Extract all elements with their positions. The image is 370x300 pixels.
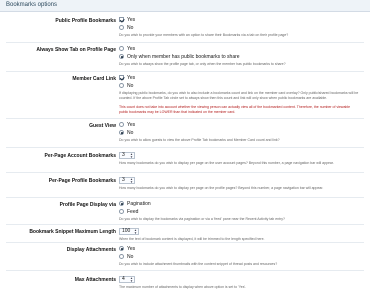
up-down-arrows-icon[interactable]: ▲ ▼: [130, 178, 133, 184]
always-show-label: Always Show Tab on Profile Page: [36, 47, 116, 53]
radio-icon[interactable]: [119, 46, 124, 51]
up-down-arrows-icon[interactable]: ▲ ▼: [134, 229, 137, 235]
display-via-pagination[interactable]: Pagination: [119, 201, 151, 208]
radio-icon[interactable]: [119, 83, 124, 88]
panel-header: Bookmarks options: [0, 0, 370, 12]
divider: [6, 172, 364, 173]
panel-title: Bookmarks options: [6, 2, 58, 8]
max-attachments-hint: The maximum number of attachments to dis…: [119, 285, 247, 289]
divider: [6, 118, 364, 119]
radio-icon[interactable]: [119, 246, 124, 251]
per-page-account-hint: How many bookmarks do you wish to displa…: [119, 161, 334, 165]
divider: [6, 224, 364, 225]
display-via-label: Profile Page Display via: [59, 202, 116, 208]
up-down-arrows-icon[interactable]: ▲ ▼: [130, 277, 133, 283]
radio-icon[interactable]: [119, 201, 124, 206]
radio-icon[interactable]: [119, 254, 124, 259]
public-profile-label: Public Profile Bookmarks: [55, 18, 116, 24]
public-profile-yes[interactable]: Yes: [119, 17, 135, 24]
radio-icon[interactable]: [119, 209, 124, 214]
public-profile-hint: Do you wish to provide your members with…: [119, 33, 289, 37]
member-card-no[interactable]: No: [119, 83, 133, 90]
per-page-profile-input[interactable]: 3 ▲ ▼: [119, 177, 135, 184]
public-profile-no[interactable]: No: [119, 25, 133, 32]
snippet-length-label: Bookmark Snippet Maximum Length: [29, 229, 116, 235]
radio-icon[interactable]: [119, 25, 124, 30]
divider: [6, 71, 364, 72]
always-show-only[interactable]: Only when member has public bookmarks to…: [119, 54, 240, 61]
guest-view-no[interactable]: No: [119, 130, 133, 137]
up-down-arrows-icon[interactable]: ▲ ▼: [130, 153, 133, 159]
options-panel: Bookmarks options Public Profile Bookmar…: [0, 0, 370, 300]
always-show-hint: Do you wish to always show the profile p…: [119, 62, 286, 66]
display-attachments-label: Display Attachments: [66, 247, 116, 253]
always-show-yes[interactable]: Yes: [119, 46, 135, 53]
radio-icon[interactable]: [119, 122, 124, 127]
max-attachments-value: 4: [122, 276, 125, 282]
divider: [6, 42, 364, 43]
divider: [6, 242, 364, 243]
per-page-account-label: Per-Page Account Bookmarks: [44, 153, 116, 159]
display-attachments-yes[interactable]: Yes: [119, 246, 135, 253]
display-attachments-hint: Do you wish to include attachment thumbn…: [119, 262, 278, 266]
per-page-profile-value: 3: [122, 177, 125, 183]
snippet-length-input[interactable]: 100 ▲ ▼: [119, 228, 139, 235]
per-page-account-input[interactable]: 3 ▲ ▼: [119, 152, 135, 159]
divider: [6, 270, 364, 271]
divider: [6, 147, 364, 148]
max-attachments-label: Max Attachments: [74, 277, 116, 283]
guest-view-yes[interactable]: Yes: [119, 122, 135, 129]
checkbox-icon[interactable]: [119, 17, 124, 22]
guest-view-hint: Do you wish to allow guests to view the …: [119, 138, 280, 142]
per-page-profile-hint: How many bookmarks do you wish to displa…: [119, 186, 324, 190]
radio-icon[interactable]: [119, 54, 124, 59]
radio-icon[interactable]: [119, 130, 124, 135]
display-attachments-no[interactable]: No: [119, 254, 133, 261]
snippet-length-hint: When the text of bookmark content is dis…: [119, 237, 265, 241]
snippet-length-value: 100: [122, 228, 131, 234]
max-attachments-input[interactable]: 4 ▲ ▼: [119, 276, 135, 283]
member-card-label: Member Card Link: [72, 76, 116, 82]
per-page-account-value: 3: [122, 152, 125, 158]
divider: [6, 197, 364, 198]
member-card-warning: This count does not take into account wh…: [119, 105, 351, 114]
checkbox-icon[interactable]: [119, 75, 124, 80]
display-via-hint: Do you wish to display the bookmarks via…: [119, 217, 285, 221]
member-card-yes[interactable]: Yes: [119, 75, 135, 82]
member-card-hint: If displaying public bookmarks, do you w…: [119, 91, 359, 100]
guest-view-label: Guest View: [89, 123, 116, 129]
per-page-profile-label: Per-Page Profile Bookmarks: [48, 178, 116, 184]
display-via-feed[interactable]: Feed: [119, 209, 138, 216]
